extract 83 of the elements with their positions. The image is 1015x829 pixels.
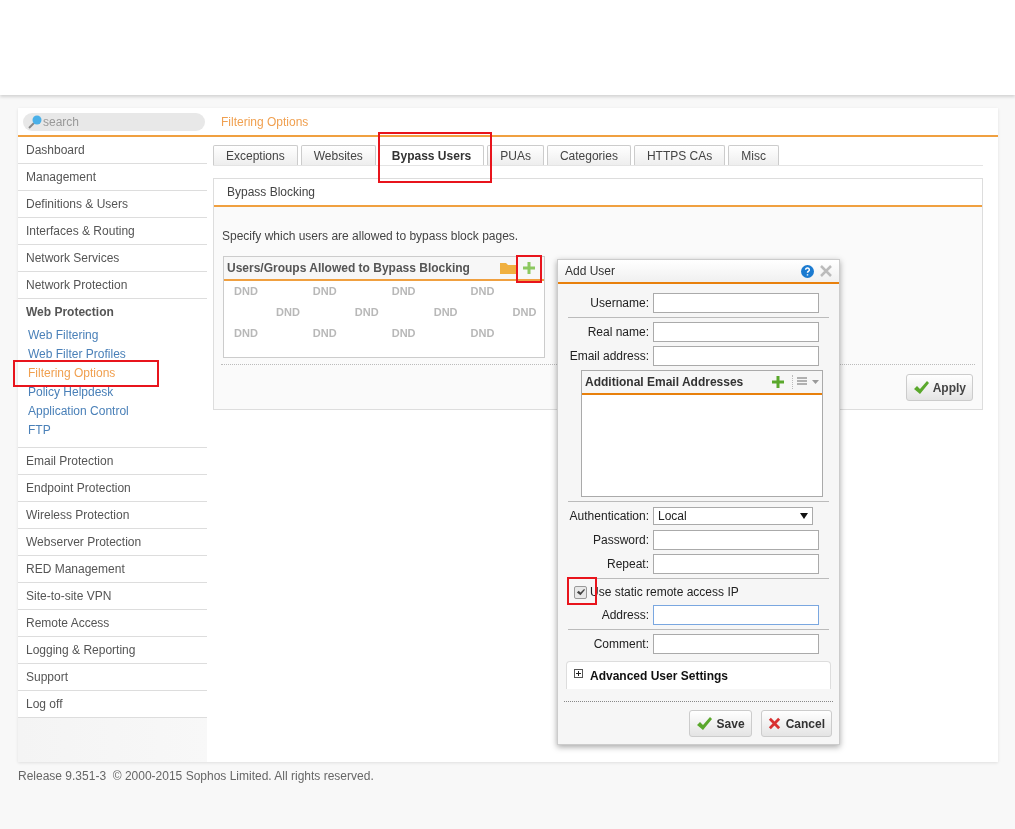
check-icon	[912, 379, 929, 396]
tab[interactable]: PUAs	[487, 145, 544, 165]
field-label: Address:	[600, 607, 650, 624]
list-menu-icon[interactable]	[797, 377, 819, 387]
footer-text: Release 9.351-3 © 2000-2015 Sophos Limited. All rights reserved.	[18, 768, 374, 785]
dnd-watermark: DND	[312, 284, 337, 300]
dialog-title: Add User	[565, 263, 617, 280]
sidebar-item[interactable]: Management	[18, 164, 207, 190]
checkbox[interactable]	[574, 585, 587, 599]
sidebar-item[interactable]: Log off	[18, 691, 207, 717]
folder-icon[interactable]	[500, 262, 516, 274]
tab[interactable]: Exceptions	[213, 145, 298, 165]
dnd-watermark: DND	[391, 284, 416, 300]
input-field[interactable]	[653, 322, 819, 342]
input-field[interactable]	[653, 530, 819, 550]
field-label: Authentication:	[568, 508, 650, 525]
sidebar-item[interactable]: Wireless Protection	[18, 502, 207, 528]
field-label: Username:	[589, 295, 650, 312]
sidebar-item[interactable]: Email Protection	[18, 448, 207, 474]
dnd-watermark: DND	[312, 326, 337, 342]
input-field[interactable]	[653, 554, 819, 574]
dnd-watermark: DND	[391, 326, 416, 342]
sidebar-item[interactable]: Site-to-site VPN	[18, 583, 207, 609]
add-icon[interactable]	[772, 376, 784, 388]
sidebar-subitem[interactable]: Web Filter Profiles	[18, 344, 207, 363]
input-field[interactable]	[653, 605, 819, 625]
expand-icon	[574, 669, 583, 678]
section-title: Bypass Blocking	[227, 184, 316, 201]
list-title: Users/Groups Allowed to Bypass Blocking	[227, 260, 471, 277]
sidebar-item[interactable]: Webserver Protection	[18, 529, 207, 555]
tab[interactable]: Websites	[300, 145, 376, 165]
field-label: Password:	[591, 532, 650, 549]
breadcrumb: Filtering Options	[221, 113, 309, 131]
field-label: Email address:	[568, 348, 650, 365]
tab[interactable]: Bypass Users	[378, 145, 485, 165]
check-icon	[695, 715, 712, 732]
sidebar-subitem[interactable]: Policy Helpdesk	[18, 382, 207, 401]
sidebar-item[interactable]: Definitions & Users	[18, 191, 207, 217]
highlight-frame	[516, 255, 542, 283]
list-title: Additional Email Addresses	[585, 374, 745, 391]
input-field[interactable]	[653, 346, 819, 366]
cancel-x-icon	[767, 717, 781, 730]
advanced-settings-panel[interactable]: Advanced User Settings	[566, 661, 831, 689]
dnd-watermark: DND	[512, 305, 537, 321]
field-label: Real name:	[586, 324, 650, 341]
sidebar-item[interactable]: Network Protection	[18, 272, 207, 298]
help-icon[interactable]	[801, 264, 814, 278]
dnd-watermark: DND	[354, 305, 379, 321]
dnd-watermark: DND	[234, 326, 258, 342]
dnd-watermark: DND	[234, 284, 258, 300]
dropdown[interactable]: Local	[653, 507, 813, 525]
sidebar-item[interactable]: RED Management	[18, 556, 207, 582]
sidebar-item[interactable]: Endpoint Protection	[18, 475, 207, 501]
input-field[interactable]	[653, 293, 819, 313]
apply-button[interactable]: Apply	[905, 374, 973, 401]
sidebar-item[interactable]: Web Protection	[18, 299, 207, 325]
dnd-watermark: DND	[470, 326, 495, 342]
sidebar-subitem[interactable]: Application Control	[18, 401, 207, 420]
sidebar-item[interactable]: Remote Access	[18, 610, 207, 636]
field-label: Repeat:	[605, 556, 650, 573]
save-button[interactable]: Save	[688, 710, 752, 737]
sidebar-subitem[interactable]: Web Filtering	[18, 325, 207, 344]
dropdown-arrow-icon	[800, 513, 808, 519]
sidebar-item[interactable]: Interfaces & Routing	[18, 218, 207, 244]
close-icon[interactable]	[820, 265, 832, 277]
sidebar-item[interactable]: Support	[18, 664, 207, 690]
input-field[interactable]	[653, 634, 819, 654]
tab[interactable]: Categories	[546, 145, 631, 165]
sidebar-subitem[interactable]: FTP	[18, 420, 207, 439]
sidebar-item[interactable]: Dashboard	[18, 137, 207, 163]
add-icon[interactable]	[523, 262, 535, 274]
dnd-watermark: DND	[276, 305, 300, 321]
search-icon	[28, 114, 42, 129]
dnd-watermark: DND	[470, 284, 495, 300]
tab[interactable]: HTTPS CAs	[633, 145, 726, 165]
checkmark-icon	[576, 587, 585, 597]
tab[interactable]: Misc	[728, 145, 779, 165]
cancel-button[interactable]: Cancel	[760, 710, 832, 737]
section-description: Specify which users are allowed to bypass block pages.	[222, 228, 519, 245]
dnd-watermark: DND	[433, 305, 458, 321]
field-label: Comment:	[592, 636, 650, 653]
sidebar-item[interactable]: Logging & Reporting	[18, 637, 207, 663]
sidebar-item[interactable]: Network Services	[18, 245, 207, 271]
